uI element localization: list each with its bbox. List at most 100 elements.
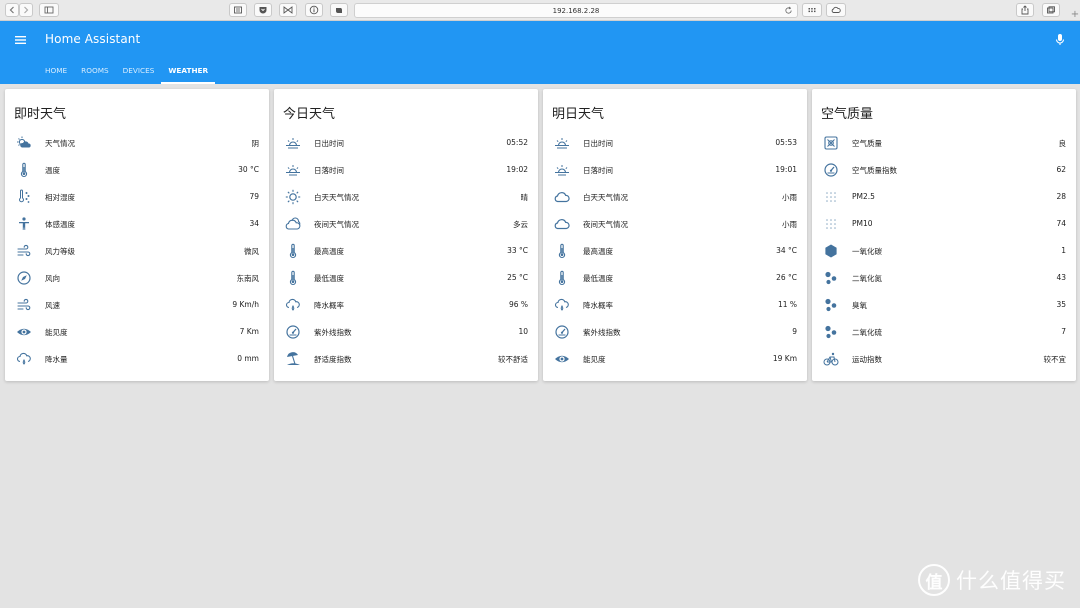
microphone-icon[interactable] (1054, 32, 1066, 48)
tab-weather[interactable]: WEATHER (161, 62, 215, 84)
share-button[interactable] (1016, 3, 1034, 17)
reload-icon[interactable] (784, 6, 793, 15)
item-label: 风向 (45, 274, 60, 283)
tabs-button[interactable] (1042, 3, 1060, 17)
list-item[interactable]: 二氧化氮 43 (812, 264, 1076, 291)
item-value: 28 (1056, 192, 1066, 201)
sun-icon (285, 189, 301, 205)
list-item[interactable]: 风力等级 微风 (5, 237, 269, 264)
list-item[interactable]: 夜间天气情况 小雨 (543, 210, 807, 237)
list-item[interactable]: 温度 30 °C (5, 156, 269, 183)
list-item[interactable]: 舒适度指数 较不舒适 (274, 345, 538, 372)
thermometer-icon (554, 243, 570, 259)
list-item[interactable]: 风向 东南风 (5, 264, 269, 291)
item-value: 33 °C (507, 246, 528, 255)
item-value: 26 °C (776, 273, 797, 282)
forward-button[interactable] (19, 3, 33, 17)
wind-icon (16, 243, 32, 259)
list-item[interactable]: 最高温度 33 °C (274, 237, 538, 264)
list-item[interactable]: 紫外线指数 9 (543, 318, 807, 345)
molecule-icon (823, 324, 839, 340)
bowtie-icon (283, 6, 293, 14)
list-item[interactable]: 日出时间 05:53 (543, 129, 807, 156)
item-label: 空气质量 (852, 139, 882, 148)
list-item[interactable]: 二氧化硫 7 (812, 318, 1076, 345)
cards-container: 即时天气 天气情况阴温度 30 °C 相对湿度 79 体感温度 34 风力等级 微风风向 东南风… (5, 89, 1080, 381)
item-label: 臭氧 (852, 301, 867, 310)
item-value: 9 Km/h (232, 300, 259, 309)
list-item[interactable]: 降水量 0 mm (5, 345, 269, 372)
cloudy-icon (285, 216, 301, 232)
tab-rooms[interactable]: ROOMS (74, 62, 116, 84)
card-current-weather: 即时天气 天气情况 阴温度 30 °C 相对湿度 79 体感温度 34 风力等级 微风风向 东南风… (5, 89, 269, 381)
list-item[interactable]: 日落时间 19:01 (543, 156, 807, 183)
list-item[interactable]: 白天天气情况 晴 (274, 183, 538, 210)
list-item[interactable]: 风速 9 Km/h (5, 291, 269, 318)
list-item[interactable]: PM2.5 28 (812, 183, 1076, 210)
menu-icon[interactable] (14, 33, 28, 47)
list-item[interactable]: 相对湿度 79 (5, 183, 269, 210)
item-value: 05:52 (506, 138, 528, 147)
tab-home[interactable]: HOME (38, 62, 74, 84)
list-item[interactable]: 最低温度 26 °C (543, 264, 807, 291)
item-label: 夜间天气情况 (314, 220, 359, 229)
item-label: 最低温度 (314, 274, 344, 283)
list-item[interactable]: 白天天气情况 小雨 (543, 183, 807, 210)
list-item[interactable]: 降水概率 11 % (543, 291, 807, 318)
dots-grid-icon (823, 216, 839, 232)
item-value: 25 °C (507, 273, 528, 282)
thermometer-icon (285, 270, 301, 286)
list-item[interactable]: PM10 74 (812, 210, 1076, 237)
list-item[interactable]: 日出时间 05:52 (274, 129, 538, 156)
list-item[interactable]: 能见度 7 Km (5, 318, 269, 345)
card-title: 空气质量 (821, 107, 874, 122)
list-item[interactable]: 一氧化碳 1 (812, 237, 1076, 264)
list-item[interactable]: 能见度 19 Km (543, 345, 807, 372)
item-value: 东南风 (236, 274, 260, 283)
url-text: 192.168.2.28 (552, 6, 600, 15)
hexagon-icon (823, 243, 839, 259)
evernote-button[interactable] (330, 3, 348, 17)
list-item[interactable]: 降水概率 96 % (274, 291, 538, 318)
item-label: PM10 (852, 219, 873, 228)
list-item[interactable]: 最高温度 34 °C (543, 237, 807, 264)
tabs-icon (1047, 6, 1055, 14)
item-label: 温度 (45, 166, 60, 175)
list-item[interactable]: 紫外线指数 10 (274, 318, 538, 345)
item-value: 9 (792, 327, 797, 336)
item-label: 降水量 (45, 355, 68, 364)
item-label: 最高温度 (314, 247, 344, 256)
list-item[interactable]: 夜间天气情况 多云 (274, 210, 538, 237)
list-item[interactable]: 体感温度 34 (5, 210, 269, 237)
thermometer-icon (16, 162, 32, 178)
list-item[interactable]: 臭氧 35 (812, 291, 1076, 318)
watermark-logo: 值 (918, 564, 950, 596)
extension-button-2[interactable] (279, 3, 297, 17)
list-item[interactable]: 运动指数 较不宜 (812, 345, 1076, 372)
extension-button-1[interactable] (229, 3, 247, 17)
list-item[interactable]: 空气质量指数 62 (812, 156, 1076, 183)
cloud-icon (554, 216, 570, 232)
sidebar-button[interactable] (39, 3, 59, 17)
back-button[interactable] (5, 3, 19, 17)
address-bar[interactable]: 192.168.2.28 (354, 3, 798, 18)
extension-button-3[interactable] (802, 3, 822, 17)
info-button[interactable] (305, 3, 323, 17)
item-value: 62 (1056, 165, 1066, 174)
tab-devices[interactable]: DEVICES (116, 62, 162, 84)
list-item[interactable]: 天气情况 阴 (5, 129, 269, 156)
list-item[interactable]: 日落时间 19:02 (274, 156, 538, 183)
item-value: 30 °C (238, 165, 259, 174)
pocket-button[interactable] (254, 3, 272, 17)
sunrise-icon (554, 135, 570, 151)
list-item[interactable]: 最低温度 25 °C (274, 264, 538, 291)
new-tab-button[interactable]: + (1070, 8, 1080, 21)
item-label: 天气情况 (45, 139, 75, 148)
share-icon (1021, 5, 1029, 15)
watermark-text: 什么值得买 (956, 569, 1066, 593)
card-title: 即时天气 (14, 107, 67, 122)
item-label: 二氧化硫 (852, 328, 882, 337)
list-item[interactable]: 空气质量 良 (812, 129, 1076, 156)
item-label: 运动指数 (852, 355, 882, 364)
icloud-button[interactable] (826, 3, 846, 17)
